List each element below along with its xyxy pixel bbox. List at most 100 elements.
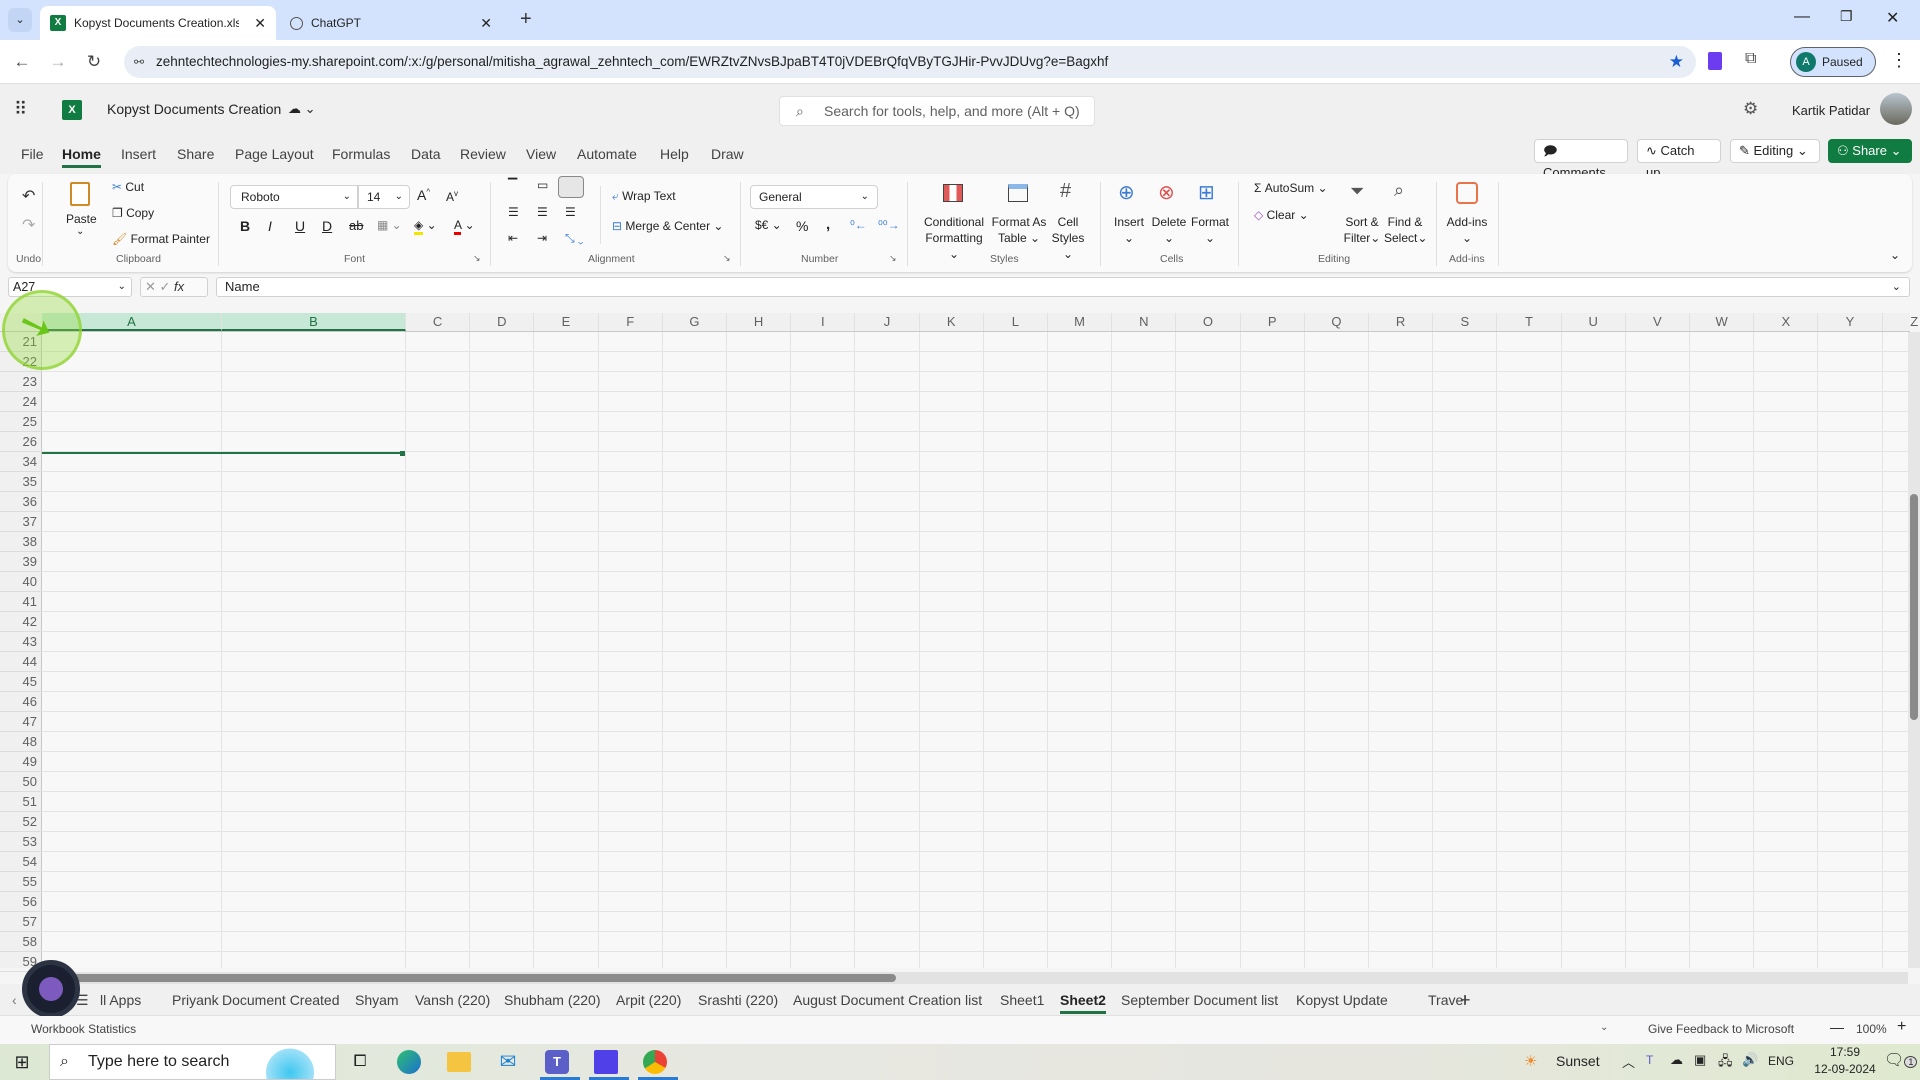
column-header-t[interactable]: T bbox=[1497, 313, 1562, 331]
row-header-40[interactable]: 40 bbox=[0, 572, 42, 592]
collapse-ribbon-icon[interactable]: ⌄ bbox=[1890, 248, 1900, 262]
document-title[interactable]: Kopyst Documents Creation bbox=[107, 101, 281, 117]
cut-button[interactable]: ✂ Cut bbox=[112, 180, 144, 194]
decrease-indent-icon[interactable]: ⇤ bbox=[508, 231, 518, 245]
addins-button[interactable]: Add-ins ⌄ bbox=[1444, 214, 1490, 246]
menu-data[interactable]: Data bbox=[411, 142, 441, 168]
row-header-37[interactable]: 37 bbox=[0, 512, 42, 532]
column-header-b[interactable]: B bbox=[222, 313, 406, 331]
underline-icon[interactable]: U bbox=[295, 218, 305, 234]
scroll-sheets-left-icon[interactable]: ‹ bbox=[12, 990, 17, 1014]
font-color-icon[interactable]: A ⌄ bbox=[454, 218, 475, 235]
column-header-q[interactable]: Q bbox=[1305, 313, 1369, 331]
column-header-o[interactable]: O bbox=[1176, 313, 1241, 331]
cancel-icon[interactable]: ✕ bbox=[145, 279, 160, 294]
close-tab-icon[interactable]: ✕ bbox=[254, 15, 266, 32]
column-header-y[interactable]: Y bbox=[1818, 313, 1883, 331]
zoom-out-button[interactable]: — bbox=[1830, 1019, 1844, 1035]
row-header-34[interactable]: 34 bbox=[0, 452, 42, 472]
back-button[interactable]: ← bbox=[10, 50, 34, 74]
chrome-icon[interactable] bbox=[643, 1050, 667, 1074]
font-name-select[interactable]: Roboto ⌄ bbox=[230, 185, 358, 209]
workbook-statistics[interactable]: Workbook Statistics bbox=[31, 1022, 136, 1036]
minimize-button[interactable]: — bbox=[1794, 8, 1810, 26]
onedrive-icon[interactable]: ☁ bbox=[1670, 1052, 1683, 1068]
menu-formulas[interactable]: Formulas bbox=[332, 142, 390, 168]
cell-styles-button[interactable]: Cell Styles ⌄ bbox=[1046, 214, 1090, 262]
row-header-57[interactable]: 57 bbox=[0, 912, 42, 932]
insert-function-icon[interactable]: fx bbox=[174, 279, 184, 294]
double-underline-icon[interactable]: D bbox=[322, 218, 332, 234]
browser-menu-icon[interactable]: ⋮ bbox=[1890, 50, 1908, 71]
column-header-s[interactable]: S bbox=[1433, 313, 1498, 331]
row-header-55[interactable]: 55 bbox=[0, 872, 42, 892]
align-right-icon[interactable]: ☰ bbox=[565, 205, 576, 219]
comments-button[interactable]: 🗩 Comments bbox=[1534, 139, 1628, 180]
orientation-icon[interactable]: ⤡ ⌄ bbox=[565, 231, 584, 246]
percent-icon[interactable]: % bbox=[796, 218, 808, 234]
autosum-button[interactable]: Σ AutoSum ⌄ bbox=[1254, 181, 1328, 195]
sheet-tab[interactable]: Document Created bbox=[222, 990, 340, 1014]
column-header-f[interactable]: F bbox=[599, 313, 663, 331]
menu-view[interactable]: View bbox=[526, 142, 556, 168]
row-header-26[interactable]: 26 bbox=[0, 432, 42, 452]
column-header-v[interactable]: V bbox=[1626, 313, 1690, 331]
teams-icon[interactable]: T bbox=[545, 1050, 569, 1074]
row-header-52[interactable]: 52 bbox=[0, 812, 42, 832]
forward-button[interactable]: → bbox=[46, 50, 70, 74]
sheet-tab[interactable]: Shyam bbox=[355, 990, 399, 1014]
format-painter-button[interactable]: 🖌 Format Painter bbox=[112, 232, 210, 246]
italic-icon[interactable]: I bbox=[268, 218, 272, 234]
horizontal-scrollbar[interactable] bbox=[42, 972, 1908, 984]
alignment-dialog-launcher-icon[interactable]: ↘ bbox=[723, 253, 731, 264]
insert-button[interactable]: Insert ⌄ bbox=[1112, 214, 1146, 246]
sheet-tab[interactable]: Srashti (220) bbox=[698, 990, 778, 1014]
number-format-select[interactable]: General ⌄ bbox=[750, 185, 878, 209]
decrease-decimal-icon[interactable]: ⁰⁰→ bbox=[878, 218, 900, 232]
profile-button[interactable]: A Paused bbox=[1790, 47, 1876, 77]
extension-icon[interactable] bbox=[1708, 52, 1722, 70]
conditional-formatting-button[interactable]: Conditional Formatting ⌄ bbox=[920, 214, 988, 262]
row-header-23[interactable]: 23 bbox=[0, 372, 42, 392]
share-button[interactable]: ⚇ Share ⌄ bbox=[1828, 139, 1912, 163]
column-header-h[interactable]: H bbox=[727, 313, 792, 331]
column-header-r[interactable]: R bbox=[1369, 313, 1434, 331]
row-header-42[interactable]: 42 bbox=[0, 612, 42, 632]
catch-up-button[interactable]: ∿ Catch up bbox=[1637, 139, 1721, 180]
cell-grid[interactable] bbox=[42, 332, 1910, 968]
row-header-46[interactable]: 46 bbox=[0, 692, 42, 712]
user-name[interactable]: Kartik Patidar bbox=[1792, 103, 1870, 118]
feedback-link[interactable]: Give Feedback to Microsoft bbox=[1648, 1022, 1794, 1036]
wrap-text-button[interactable]: ⤶ Wrap Text bbox=[612, 189, 676, 204]
formula-input[interactable]: Name ⌄ bbox=[216, 277, 1910, 297]
format-as-table-button[interactable]: Format As Table ⌄ bbox=[990, 214, 1048, 246]
undo-icon[interactable]: ↶ bbox=[22, 186, 35, 206]
tab-search-dropdown[interactable]: ⌄ bbox=[8, 8, 32, 32]
column-header-e[interactable]: E bbox=[534, 313, 599, 331]
borders-icon[interactable]: ▦ ⌄ bbox=[377, 218, 402, 232]
column-header-x[interactable]: X bbox=[1754, 313, 1819, 331]
cloud-saved-icon[interactable]: ☁ ⌄ bbox=[288, 101, 316, 117]
row-header-48[interactable]: 48 bbox=[0, 732, 42, 752]
sheet-tab[interactable]: August Document Creation list bbox=[793, 990, 982, 1014]
column-header-c[interactable]: C bbox=[406, 313, 471, 331]
row-header-54[interactable]: 54 bbox=[0, 852, 42, 872]
edge-icon[interactable] bbox=[397, 1050, 421, 1074]
column-header-w[interactable]: W bbox=[1690, 313, 1755, 331]
teams-tray-icon[interactable]: T bbox=[1646, 1053, 1653, 1067]
clock[interactable]: 17:59 12-09-2024 bbox=[1812, 1045, 1878, 1076]
row-header-49[interactable]: 49 bbox=[0, 752, 42, 772]
menu-review[interactable]: Review bbox=[460, 142, 506, 168]
column-header-l[interactable]: L bbox=[984, 313, 1048, 331]
sheet-tab[interactable]: September Document list bbox=[1121, 990, 1278, 1014]
column-header-n[interactable]: N bbox=[1112, 313, 1177, 331]
column-header-z[interactable]: Z bbox=[1883, 313, 1920, 331]
column-header-j[interactable]: J bbox=[855, 313, 920, 331]
column-header-k[interactable]: K bbox=[920, 313, 984, 331]
delete-button[interactable]: Delete ⌄ bbox=[1150, 214, 1188, 246]
enter-icon[interactable]: ✓ bbox=[160, 279, 175, 294]
close-window-button[interactable]: ✕ bbox=[1886, 8, 1899, 28]
notification-icon[interactable]: 🗨 1 bbox=[1884, 1050, 1918, 1070]
vertical-scroll-thumb[interactable] bbox=[1910, 494, 1918, 720]
increase-decimal-icon[interactable]: ⁰← bbox=[850, 218, 867, 232]
